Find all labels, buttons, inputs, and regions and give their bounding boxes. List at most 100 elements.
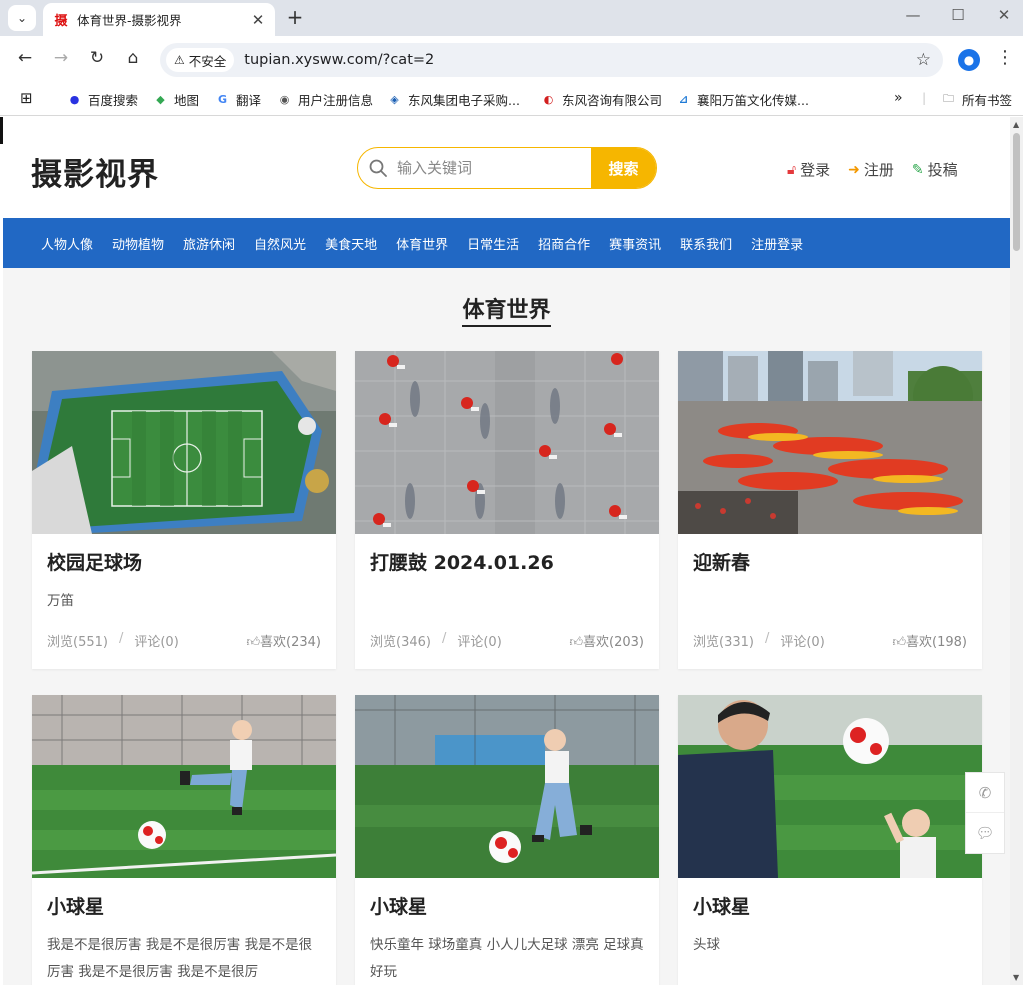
phone-icon[interactable]: ✆ <box>966 773 1004 813</box>
nav-item-active[interactable]: 体育世界 <box>396 234 448 253</box>
insecure-label: 不安全 <box>188 53 227 69</box>
nav-item[interactable]: 自然风光 <box>254 234 306 253</box>
scroll-down-arrow-icon[interactable]: ▼ <box>1013 973 1019 982</box>
card-body: 小球星 快乐童年 球场童真 小人儿大足球 漂亮 足球真好玩 <box>355 878 659 985</box>
globe-icon: ◉ <box>279 93 290 106</box>
nav-item[interactable]: 日常生活 <box>467 234 519 253</box>
card-body: 小球星 我是不是很厉害 我是不是很厉害 我是不是很厉害 我是不是很厉害 我是不是… <box>32 878 336 985</box>
translate-icon: G <box>217 93 228 106</box>
page-scrollbar[interactable]: ▲ ▼ <box>1010 117 1023 985</box>
card-title[interactable]: 校园足球场 <box>47 548 321 582</box>
card-body: 小球星 头球 <box>678 878 982 985</box>
folder-icon: 🗀 <box>943 92 954 105</box>
thumbs-up-icon: 👍︎ <box>569 635 584 650</box>
bookmarks-divider: | <box>922 90 927 105</box>
nav-item[interactable]: 联系我们 <box>680 234 732 253</box>
more-bookmarks-chevron-icon[interactable]: » <box>894 90 903 106</box>
bookmark-item[interactable]: ⊿ 襄阳万笛文化传媒... <box>676 90 809 109</box>
photo-card[interactable]: 打腰鼓 2024.01.26 浏览(346) / 评论(0) 👍︎喜欢(203) <box>355 351 659 669</box>
new-tab-plus-icon[interactable]: + <box>284 5 306 29</box>
card-image-toddler-kicking-ball[interactable] <box>32 695 336 878</box>
sign-in-icon: ➜ <box>848 161 860 178</box>
card-body: 校园足球场 万笛 <box>32 534 336 618</box>
bookmark-item[interactable]: ● 百度搜索 <box>67 90 138 109</box>
bookmark-item[interactable]: G 翻译 <box>215 90 261 109</box>
view-count: 浏览(331) <box>693 635 754 650</box>
comment-count[interactable]: 评论(0) <box>134 631 178 650</box>
maximize-icon[interactable]: ☐ <box>947 6 969 24</box>
omnibox[interactable]: ⚠ 不安全 tupian.xysww.com/?cat=2 ☆ <box>160 43 943 77</box>
card-image-father-son-header[interactable] <box>678 695 982 878</box>
card-body: 打腰鼓 2024.01.26 <box>355 534 659 618</box>
nav-item[interactable]: 赛事资讯 <box>609 234 661 253</box>
browser-menu-icon[interactable]: ⋮ <box>996 47 1014 68</box>
bookmark-item[interactable]: ◆ 地图 <box>153 90 199 109</box>
nav-item[interactable]: 美食天地 <box>325 234 377 253</box>
apps-grid-icon[interactable]: ⊞ <box>20 89 33 107</box>
window-close-icon[interactable]: ✕ <box>993 6 1015 24</box>
card-image-waist-drum-dancers[interactable] <box>355 351 659 534</box>
bookmark-item[interactable]: ◉ 用户注册信息 <box>277 90 373 109</box>
bookmark-item[interactable]: ◈ 东风集团电子采购... <box>387 90 520 109</box>
nav-item[interactable]: 旅游休闲 <box>183 234 235 253</box>
card-image-toddler-running-ball[interactable] <box>355 695 659 878</box>
main-nav: 人物人像 动物植物 旅游休闲 自然风光 美食天地 体育世界 日常生活 招商合作 … <box>3 218 1010 268</box>
search-box: 搜索 <box>357 147 657 189</box>
card-title[interactable]: 小球星 <box>370 892 644 926</box>
forward-arrow-icon[interactable]: → <box>50 48 72 68</box>
photo-card[interactable]: 小球星 快乐童年 球场童真 小人儿大足球 漂亮 足球真好玩 <box>355 695 659 985</box>
bookmark-star-icon[interactable]: ☆ <box>916 50 931 70</box>
wechat-icon[interactable]: 💬︎ <box>966 813 1004 853</box>
scroll-up-arrow-icon[interactable]: ▲ <box>1013 120 1019 129</box>
section-title-wrap: 体育世界 <box>3 292 1010 327</box>
bookmarks-bar: ⊞ ● 百度搜索 ◆ 地图 G 翻译 ◉ 用户注册信息 ◈ 东风集团电子采购..… <box>0 82 1023 116</box>
site-security-chip[interactable]: ⚠ 不安全 <box>166 48 235 72</box>
lock-icon: 🔓︎ <box>787 161 797 178</box>
browser-tab-active[interactable]: 摄 体育世界-摄影视界 ✕ <box>43 3 275 36</box>
like-button[interactable]: 👍︎喜欢(198) <box>892 631 967 650</box>
nav-item[interactable]: 人物人像 <box>41 234 93 253</box>
card-title[interactable]: 打腰鼓 2024.01.26 <box>370 548 644 582</box>
comment-count[interactable]: 评论(0) <box>780 631 824 650</box>
tab-search-chevron-icon[interactable]: ⌄ <box>8 5 36 31</box>
nav-item[interactable]: 招商合作 <box>538 234 590 253</box>
web-page: 摄影视界 搜索 🔓︎ 登录 ➜ 注册 ✎ 投稿 人物人像 动物植物 <box>3 117 1010 985</box>
back-arrow-icon[interactable]: ← <box>14 48 36 68</box>
address-toolbar: ← → ↻ ⌂ ⚠ 不安全 tupian.xysww.com/?cat=2 ☆ … <box>0 36 1023 82</box>
photo-card[interactable]: 迎新春 浏览(331) / 评论(0) 👍︎喜欢(198) <box>678 351 982 669</box>
login-link[interactable]: 🔓︎ 登录 <box>787 159 830 180</box>
site-header: 摄影视界 搜索 🔓︎ 登录 ➜ 注册 ✎ 投稿 <box>3 117 1010 218</box>
card-desc <box>693 588 967 618</box>
floating-contact-bar: ✆ 💬︎ <box>965 772 1005 854</box>
scrollbar-thumb[interactable] <box>1013 133 1020 251</box>
register-link[interactable]: ➜ 注册 <box>848 159 894 180</box>
url-text[interactable]: tupian.xysww.com/?cat=2 <box>244 52 434 68</box>
like-button[interactable]: 👍︎喜欢(234) <box>246 631 321 650</box>
minimize-icon[interactable]: — <box>902 6 924 24</box>
home-icon[interactable]: ⌂ <box>122 48 144 68</box>
like-button[interactable]: 👍︎喜欢(203) <box>569 631 644 650</box>
profile-avatar-icon[interactable]: ● <box>958 49 980 71</box>
nav-item[interactable]: 动物植物 <box>112 234 164 253</box>
reload-icon[interactable]: ↻ <box>86 48 108 68</box>
nav-item[interactable]: 注册登录 <box>751 234 803 253</box>
all-bookmarks[interactable]: 🗀 所有书签 <box>941 90 1012 109</box>
photo-card[interactable]: 校园足球场 万笛 浏览(551) / 评论(0) 👍︎喜欢(234) <box>32 351 336 669</box>
section-title: 体育世界 <box>462 298 551 327</box>
card-title[interactable]: 小球星 <box>693 892 967 926</box>
search-input[interactable] <box>397 148 591 188</box>
card-title[interactable]: 小球星 <box>47 892 321 926</box>
dongfeng-icon: ◈ <box>390 93 399 106</box>
card-image-aerial-soccer-field[interactable] <box>32 351 336 534</box>
thumbs-up-icon: 👍︎ <box>892 635 907 650</box>
bookmark-item[interactable]: ◐ 东风咨询有限公司 <box>541 90 662 109</box>
close-tab-icon[interactable]: ✕ <box>249 11 267 29</box>
site-logo[interactable]: 摄影视界 <box>31 149 159 194</box>
photo-card[interactable]: 小球星 我是不是很厉害 我是不是很厉害 我是不是很厉害 我是不是很厉害 我是不是… <box>32 695 336 985</box>
submit-link[interactable]: ✎ 投稿 <box>912 159 958 180</box>
photo-card[interactable]: 小球星 头球 <box>678 695 982 985</box>
comment-count[interactable]: 评论(0) <box>457 631 501 650</box>
card-title[interactable]: 迎新春 <box>693 548 967 582</box>
card-image-dragon-dance-plaza[interactable] <box>678 351 982 534</box>
search-button[interactable]: 搜索 <box>591 148 656 188</box>
